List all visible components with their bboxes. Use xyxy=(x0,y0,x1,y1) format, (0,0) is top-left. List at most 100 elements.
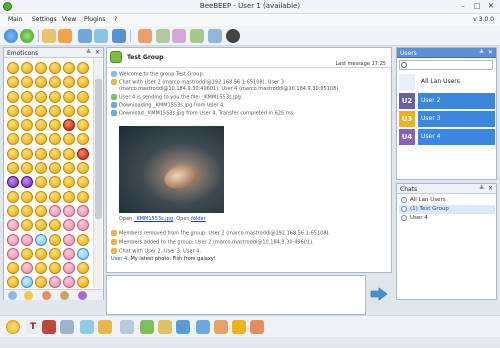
emoticon-frown-icon[interactable] xyxy=(49,133,61,146)
emoticon-girl-icon[interactable] xyxy=(63,233,75,246)
minimize-icon[interactable]: – xyxy=(458,2,468,11)
emoticon-persevere-icon[interactable] xyxy=(7,133,19,146)
user-row-user3[interactable]: U3 User 3 xyxy=(399,111,495,127)
nature-category-icon[interactable] xyxy=(60,291,69,300)
emoticon-sleepy-icon[interactable] xyxy=(21,147,33,160)
menu-view[interactable]: View xyxy=(62,16,76,23)
emoticon-tongue-icon[interactable] xyxy=(35,90,47,103)
font-icon[interactable]: T xyxy=(26,320,40,334)
chat-icon[interactable] xyxy=(78,29,92,43)
users-dropdown-icon[interactable] xyxy=(98,320,112,334)
emoticon-cop-icon[interactable] xyxy=(77,247,89,260)
emoticon-smiley-icon[interactable] xyxy=(63,62,75,74)
emoticon-blond-icon[interactable] xyxy=(35,262,47,275)
folder-icon[interactable] xyxy=(208,29,222,43)
emoticon-princess-icon[interactable] xyxy=(63,276,75,289)
emoticon-person-icon[interactable] xyxy=(49,204,61,217)
emoticon-cat-cry-icon[interactable] xyxy=(7,204,19,217)
emoticon-cat-joy-icon[interactable] xyxy=(21,190,33,203)
emoticon-guard-icon[interactable] xyxy=(35,276,47,289)
user-row-user4[interactable]: U4 User 4 xyxy=(399,129,495,145)
objects-category-icon[interactable] xyxy=(42,291,51,300)
emoticon-sweat-icon[interactable] xyxy=(77,62,89,74)
emoticon-cat-weary-icon[interactable] xyxy=(35,204,47,217)
emoticon-smile-icon[interactable] xyxy=(7,62,19,74)
emoticon-hushed-icon[interactable] xyxy=(49,162,61,175)
emoticon-older-woman-icon[interactable] xyxy=(63,262,75,275)
emoticon-rage-icon[interactable] xyxy=(63,119,75,132)
emoticon-devil-icon[interactable] xyxy=(7,176,19,189)
emoticon-neutral-icon[interactable] xyxy=(7,104,19,117)
emoticon-imp-icon[interactable] xyxy=(21,176,33,189)
users-icon[interactable] xyxy=(42,29,56,43)
emoticon-pensive-icon[interactable] xyxy=(63,104,75,117)
chat-list-item[interactable]: User 4 xyxy=(399,214,495,223)
emoticon-crazy-icon[interactable] xyxy=(49,90,61,103)
maximize-icon[interactable]: □ xyxy=(472,2,482,11)
emoticon-silent-icon[interactable] xyxy=(77,176,89,189)
emoticon-worker-icon[interactable] xyxy=(21,276,33,289)
menu-help[interactable]: ? xyxy=(114,16,117,23)
emoticon-relaxed-icon[interactable] xyxy=(7,90,19,103)
menu-settings[interactable]: Settings xyxy=(32,16,57,23)
menu-main[interactable]: Main xyxy=(8,16,22,23)
emoticon-bow-icon[interactable] xyxy=(7,219,19,232)
emoticon-women-icon[interactable] xyxy=(63,247,75,260)
user-search-input[interactable] xyxy=(399,60,493,70)
emoticon-love-icon[interactable] xyxy=(49,76,61,89)
clear-icon[interactable] xyxy=(120,320,134,334)
emoticon-open-mouth-icon[interactable] xyxy=(35,162,47,175)
filter-icon[interactable] xyxy=(80,320,94,334)
emoticon-sunglasses-icon[interactable] xyxy=(63,90,75,103)
download-icon[interactable] xyxy=(190,29,204,43)
pin-icon[interactable]: ≜ xyxy=(86,49,91,56)
emoticon-couple-icon[interactable] xyxy=(35,247,47,260)
chat-list-item[interactable]: All Lan Users xyxy=(399,196,495,205)
emoticon-dizzy-icon[interactable] xyxy=(21,162,33,175)
emoticon-wink-icon[interactable] xyxy=(7,76,19,89)
emoticon-unamused-icon[interactable] xyxy=(35,104,47,117)
emoticon-grin-icon[interactable] xyxy=(21,62,33,74)
close-icon[interactable]: ✕ xyxy=(488,49,493,56)
emoticon-bride-icon[interactable] xyxy=(21,262,33,275)
emoticon-roll-eyes-icon[interactable] xyxy=(49,104,61,117)
message-input[interactable] xyxy=(106,275,366,315)
emoticon-anguished-icon[interactable] xyxy=(63,133,75,146)
chat-list-item-selected[interactable]: (1) Test Group xyxy=(399,205,495,214)
emoticon-see-no-evil-icon[interactable] xyxy=(21,219,33,232)
emoticon-flushed-icon[interactable] xyxy=(77,147,89,160)
emoticon-frowning-person-icon[interactable] xyxy=(7,233,19,246)
emoticon-no-good-icon[interactable] xyxy=(63,204,75,217)
emoticon-woman-icon[interactable] xyxy=(7,247,19,260)
emoticon-ogre-icon[interactable] xyxy=(77,276,89,289)
emoticon-expressionless-icon[interactable] xyxy=(21,104,33,117)
user-row-user2[interactable]: U2 User 2 xyxy=(399,93,495,109)
close-icon[interactable]: ✕ xyxy=(488,185,493,192)
spell-check-icon[interactable] xyxy=(60,320,74,334)
emoticon-baby-icon[interactable] xyxy=(35,233,47,246)
emoticon-fearful-icon[interactable] xyxy=(77,133,89,146)
emoticons-scrollbar[interactable] xyxy=(93,59,102,288)
emoticon-man-icon[interactable] xyxy=(77,233,89,246)
emoticon-yum-icon[interactable] xyxy=(21,90,33,103)
screenshot-icon[interactable] xyxy=(172,29,186,43)
status-icon[interactable] xyxy=(20,29,34,43)
emoticon-halo-icon[interactable] xyxy=(35,76,47,89)
emoticon-heart-eyes-icon[interactable] xyxy=(63,76,75,89)
emoticon-cat-kiss-icon[interactable] xyxy=(63,190,75,203)
add-members-icon[interactable] xyxy=(232,320,246,334)
emoticon-disappointed-icon[interactable] xyxy=(21,119,33,132)
emoticon-speak-no-evil-icon[interactable] xyxy=(49,219,61,232)
emoticon-pouting-person-icon[interactable] xyxy=(21,233,33,246)
emoticon-cap-icon[interactable] xyxy=(7,276,19,289)
emoticon-grimace-icon[interactable] xyxy=(49,147,61,160)
emoticon-confused-icon[interactable] xyxy=(77,104,89,117)
emoticon-dancers-icon[interactable] xyxy=(7,262,19,275)
group-icon[interactable] xyxy=(58,29,72,43)
emoticon-laugh-icon[interactable] xyxy=(35,62,47,74)
places-category-icon[interactable] xyxy=(78,291,87,300)
emoticon-celebrate-icon[interactable] xyxy=(77,219,89,232)
emoticon-turban-icon[interactable] xyxy=(77,262,89,275)
close-icon[interactable]: ✕ xyxy=(486,2,496,11)
emoticon-boy-icon[interactable] xyxy=(49,233,61,246)
